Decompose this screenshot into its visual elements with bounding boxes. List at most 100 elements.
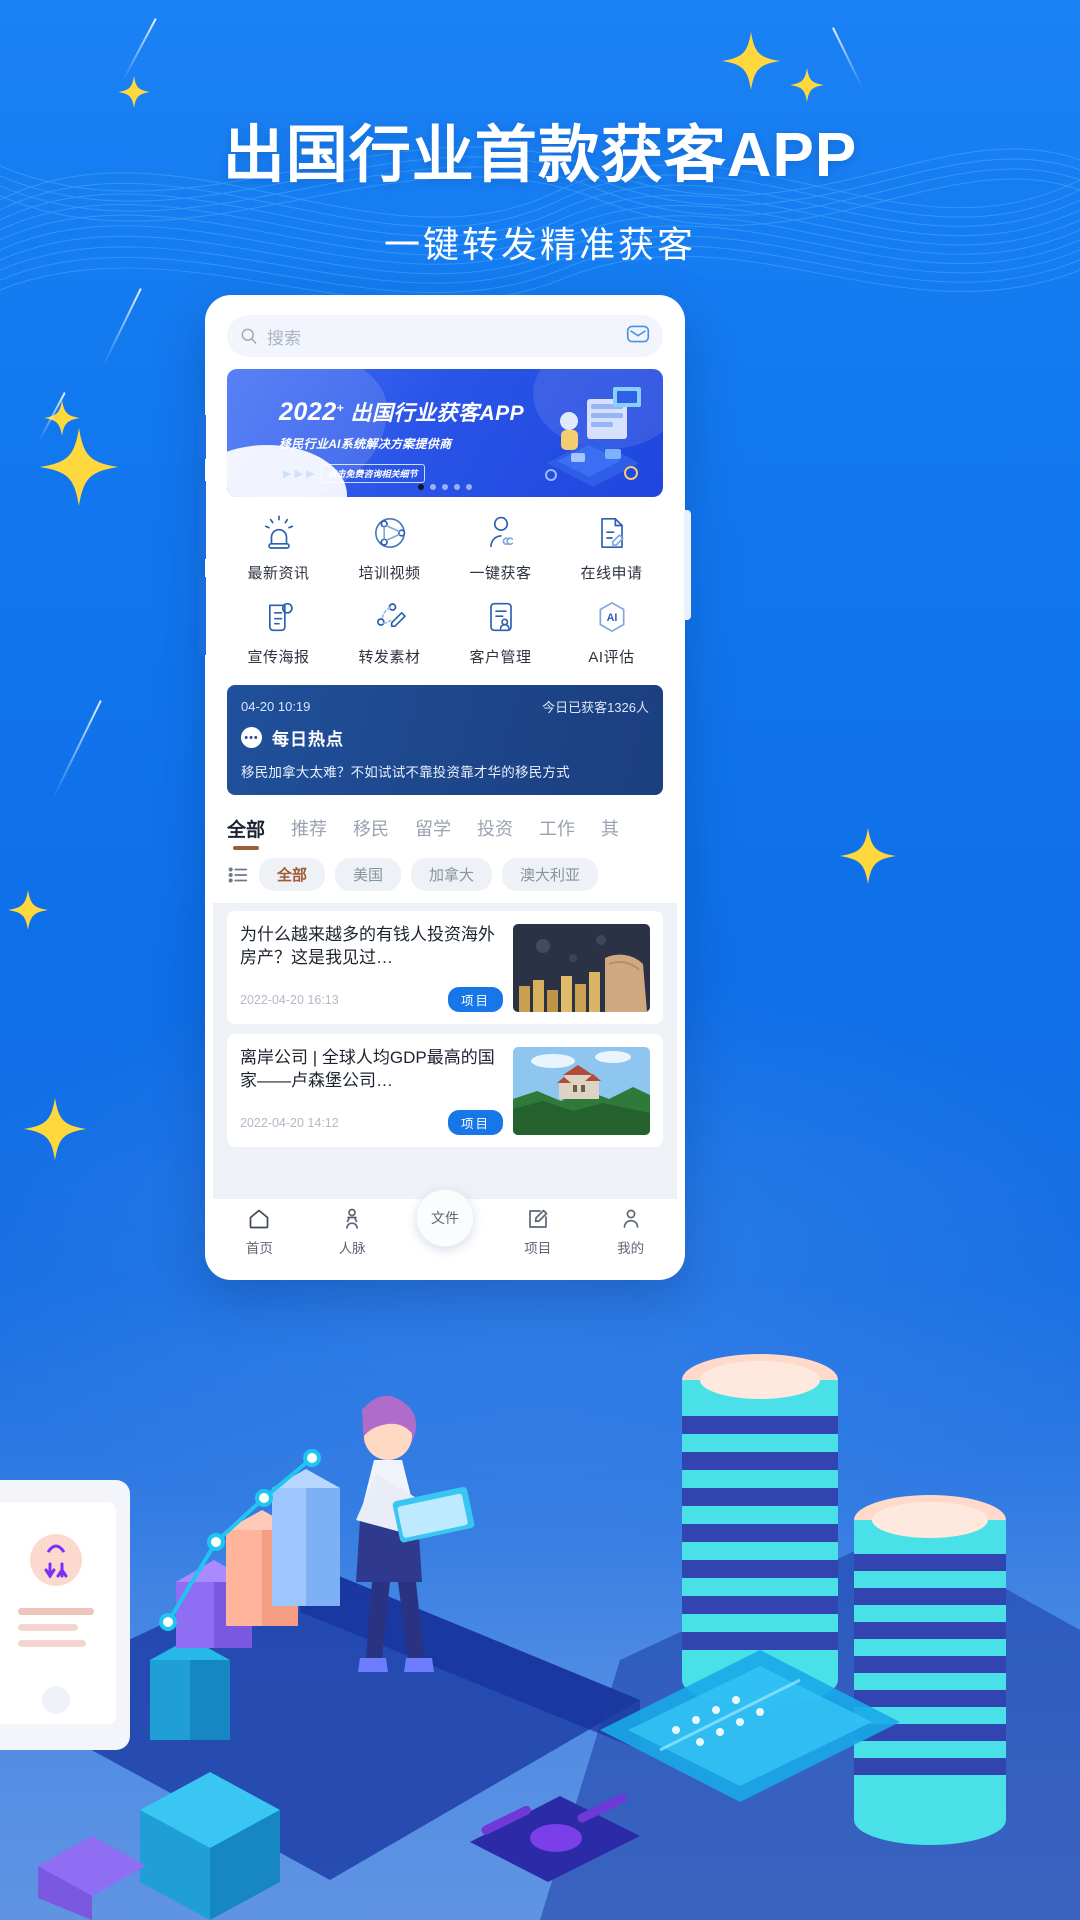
carousel-dot[interactable] <box>418 484 424 490</box>
grid-item-label: 最新资讯 <box>247 565 310 582</box>
article-thumbnail <box>513 924 650 1012</box>
phone-button <box>199 481 206 559</box>
carousel-dot[interactable] <box>454 484 460 490</box>
project-edit-icon <box>528 1209 548 1228</box>
sparkle-icon <box>722 32 780 90</box>
article-thumbnail <box>513 1047 650 1135</box>
grid-item-label: 宣传海报 <box>247 649 310 666</box>
article-title: 离岸公司 | 全球人均GDP最高的国家——卢森堡公司… <box>240 1048 495 1090</box>
sparkle-icon <box>8 890 48 930</box>
nav-item-project[interactable]: 项目 <box>491 1207 584 1257</box>
banner-title: 出国行业获客APP <box>350 402 525 425</box>
grid-item-online-apply[interactable]: 在线申请 <box>556 513 667 583</box>
chip-all[interactable]: 全部 <box>259 858 326 891</box>
list-lines-icon[interactable] <box>227 864 249 886</box>
alarm-siren-icon <box>264 515 293 549</box>
person-link-icon <box>489 516 513 548</box>
page-subtitle: 一键转发精准获客 <box>383 224 696 265</box>
article-list: 为什么越来越多的有钱人投资海外房产？这是我见过… 2022-04-20 16:1… <box>213 903 677 1198</box>
phone-button <box>199 577 206 655</box>
banner-cta-button[interactable]: 点击免费咨询相关细节 <box>320 464 425 483</box>
search-icon <box>241 328 257 344</box>
hot-time: 04-20 10:19 <box>241 699 311 714</box>
user-icon <box>623 1209 638 1228</box>
banner-subtitle: 移民行业AI系统解决方案提供商 <box>279 437 452 451</box>
isometric-illustration <box>545 387 641 487</box>
article-date: 2022-04-20 16:13 <box>240 992 339 1007</box>
phone-mockup: 搜索 2022+ 出国行业获客APP 移民行业AI系统解决方案提供商 ▶ ▶ ▶… <box>199 295 691 1280</box>
banner-plus: + <box>336 401 345 415</box>
country-filter-row: 全部 美国 加拿大 澳大利亚 <box>213 850 677 903</box>
sparkle-icon <box>40 428 118 506</box>
hot-title: 每日热点 <box>272 730 344 749</box>
chip-australia[interactable]: 澳大利亚 <box>502 858 599 891</box>
contacts-icon <box>346 1208 359 1229</box>
ai-badge-icon: AI <box>599 602 624 632</box>
home-icon <box>250 1209 269 1229</box>
article-date: 2022-04-20 14:12 <box>240 1115 339 1130</box>
grid-item-label: 在线申请 <box>580 565 643 582</box>
chip-canada[interactable]: 加拿大 <box>411 858 493 891</box>
grid-item-ai-assess[interactable]: AI AI评估 <box>556 597 667 667</box>
grid-item-label: 客户管理 <box>469 649 532 666</box>
grid-item-poster[interactable]: 宣传海报 <box>223 597 334 667</box>
article-title: 为什么越来越多的有钱人投资海外房产？这是我见过… <box>240 925 495 967</box>
carousel-dots[interactable] <box>418 484 472 490</box>
tab-recommend[interactable]: 推荐 <box>291 815 327 849</box>
poster-headline-block: 出国行业首款获客APP 一键转发精准获客 <box>0 104 1080 268</box>
grid-item-latest-news[interactable]: 最新资讯 <box>223 513 334 583</box>
list-item[interactable]: 离岸公司 | 全球人均GDP最高的国家——卢森堡公司… 2022-04-20 1… <box>227 1034 663 1147</box>
status-badge[interactable]: 项目 <box>447 1110 503 1135</box>
banner-year: 2022 <box>279 398 337 426</box>
nav-label: 我的 <box>617 1241 645 1256</box>
nav-label: 首页 <box>245 1241 273 1256</box>
poster-scroll-icon <box>268 602 293 632</box>
grid-item-label: 一键获客 <box>469 565 532 582</box>
list-item[interactable]: 为什么越来越多的有钱人投资海外房产？这是我见过… 2022-04-20 16:1… <box>227 911 663 1024</box>
nav-item-mine[interactable]: 我的 <box>584 1207 677 1257</box>
customer-card-icon <box>489 602 512 632</box>
bottom-illustration <box>0 1354 1080 1920</box>
tab-immigration[interactable]: 移民 <box>353 815 389 849</box>
search-input[interactable]: 搜索 <box>227 315 663 357</box>
tab-investment[interactable]: 投资 <box>477 815 513 849</box>
grid-item-one-click-acquire[interactable]: 一键获客 <box>445 513 556 583</box>
sparkle-icon <box>24 1098 86 1160</box>
carousel-dot[interactable] <box>442 484 448 490</box>
grid-item-training-video[interactable]: 培训视频 <box>334 513 445 583</box>
app-screen: 搜索 2022+ 出国行业获客APP 移民行业AI系统解决方案提供商 ▶ ▶ ▶… <box>213 303 677 1272</box>
status-badge[interactable]: 项目 <box>447 987 503 1012</box>
category-tabs[interactable]: 全部 推荐 移民 留学 投资 工作 其 <box>227 815 663 850</box>
nav-label: 项目 <box>524 1241 552 1256</box>
file-fab-button[interactable]: 文件 <box>416 1189 474 1247</box>
grid-item-share-material[interactable]: 转发素材 <box>334 597 445 667</box>
mail-icon[interactable] <box>625 321 651 352</box>
search-placeholder: 搜索 <box>267 328 301 348</box>
carousel-dot[interactable] <box>430 484 436 490</box>
nav-item-home[interactable]: 首页 <box>213 1207 306 1257</box>
page-title: 出国行业首款获客APP <box>222 121 858 190</box>
tab-other[interactable]: 其 <box>601 815 619 849</box>
grid-item-customer-mgmt[interactable]: 客户管理 <box>445 597 556 667</box>
daily-hot-card[interactable]: 04-20 10:19 今日已获客1326人 ••• 每日热点 移民加拿大太难？… <box>227 685 663 795</box>
nav-label: 人脉 <box>338 1241 366 1256</box>
phone-button <box>684 510 691 620</box>
grid-item-label: AI评估 <box>588 649 635 666</box>
hot-description: 移民加拿大太难？不如试试不靠投资靠才华的移民方式 <box>241 765 570 780</box>
bottom-navigation: 首页 人脉 文件 项目 我的 <box>213 1189 677 1272</box>
grid-item-label: 转发素材 <box>358 649 421 666</box>
phone-button <box>199 415 206 459</box>
chip-usa[interactable]: 美国 <box>335 858 402 891</box>
banner-text-block: 2022+ 出国行业获客APP 移民行业AI系统解决方案提供商 <box>279 397 524 452</box>
tab-study-abroad[interactable]: 留学 <box>415 815 451 849</box>
tab-work[interactable]: 工作 <box>539 815 575 849</box>
promo-banner[interactable]: 2022+ 出国行业获客APP 移民行业AI系统解决方案提供商 ▶ ▶ ▶ 点击… <box>227 369 663 497</box>
network-share-icon <box>374 518 405 549</box>
tab-all[interactable]: 全部 <box>227 815 265 850</box>
document-edit-icon <box>600 518 624 548</box>
play-arrows-icon: ▶ ▶ ▶ <box>283 468 315 480</box>
carousel-dot[interactable] <box>466 484 472 490</box>
sparkle-icon <box>790 68 824 102</box>
nav-item-contacts[interactable]: 人脉 <box>306 1207 399 1257</box>
quick-action-grid: 最新资讯 培训视频 一键获客 在线申请 宣传海报 转发素材 客户管理 AI AI… <box>213 497 677 677</box>
